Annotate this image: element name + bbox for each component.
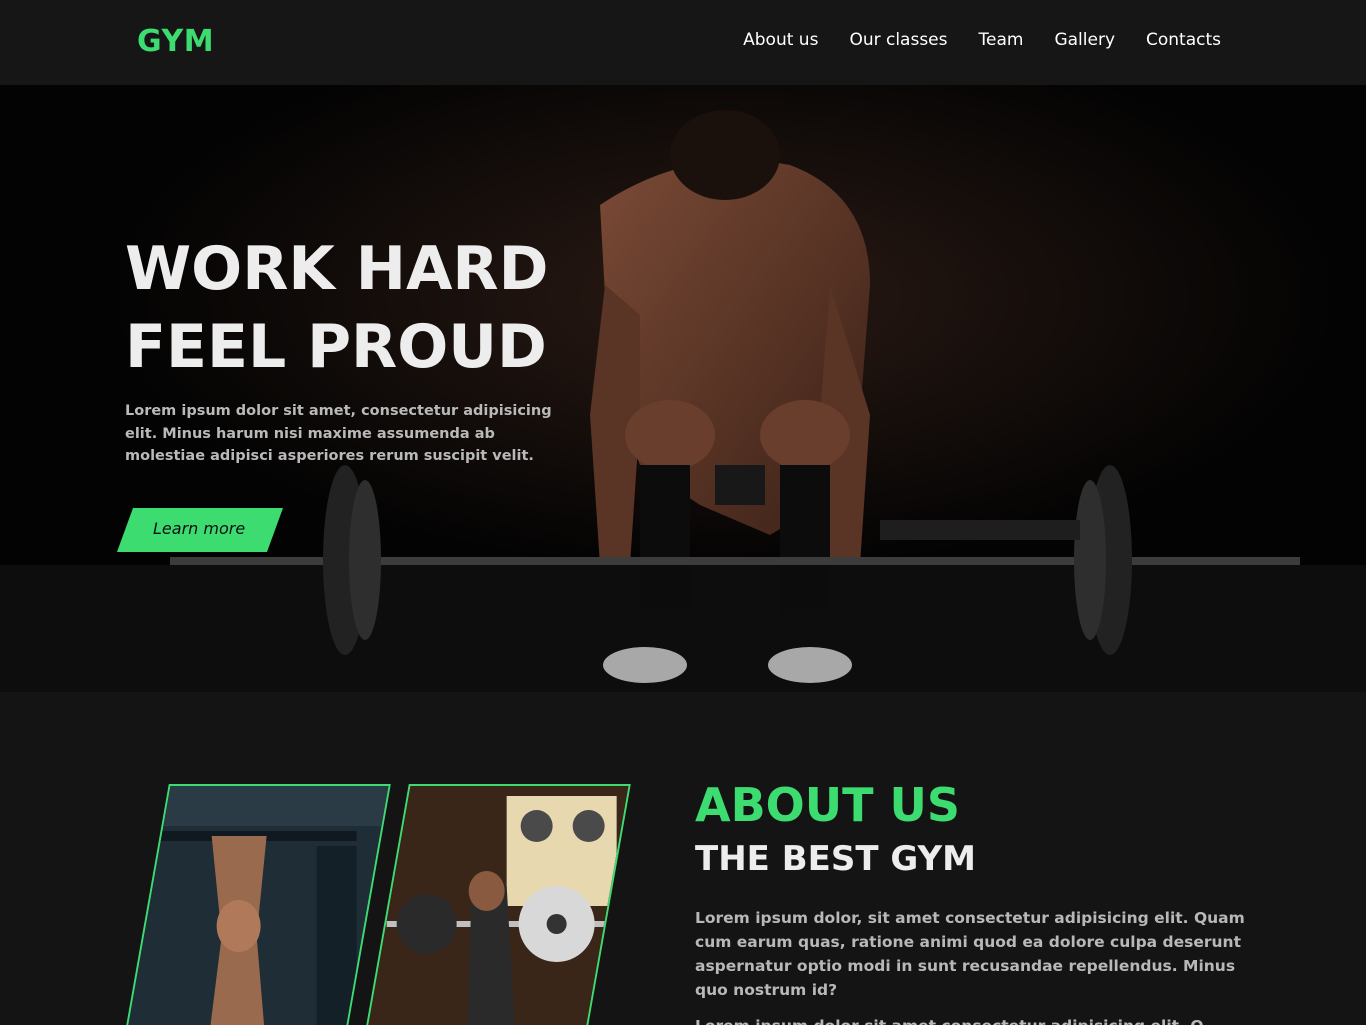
about-photo-barbell (361, 784, 631, 1025)
hero-weightlifter-image (0, 85, 1366, 692)
learn-more-label[interactable]: Learn more (153, 519, 245, 538)
logo[interactable]: GYM (137, 24, 214, 59)
nav-item-gallery[interactable]: Gallery (1054, 30, 1115, 50)
about-description-2: Lorem ipsum dolor sit amet consectetur a… (695, 1014, 1255, 1025)
hero-title-line-1: WORK HARD (125, 234, 549, 304)
nav-item-about-us[interactable]: About us (743, 30, 818, 50)
hero-title: WORK HARD FEEL PROUD (125, 230, 548, 386)
nav-item-our-classes[interactable]: Our classes (849, 30, 947, 50)
hero-section: WORK HARD FEEL PROUD Lorem ipsum dolor s… (0, 85, 1366, 692)
navbar: GYM About us Our classes Team Gallery Co… (0, 0, 1366, 85)
about-title: ABOUT US (695, 778, 960, 832)
about-section: ABOUT US THE BEST GYM Lorem ipsum dolor,… (0, 692, 1366, 1025)
nav-item-contacts[interactable]: Contacts (1146, 30, 1221, 50)
hero-description: Lorem ipsum dolor sit amet, consectetur … (125, 403, 552, 464)
nav-item-team[interactable]: Team (979, 30, 1024, 50)
about-description: Lorem ipsum dolor, sit amet consectetur … (695, 909, 1245, 999)
barbell-image (361, 786, 631, 1025)
about-photo-pullup (121, 784, 391, 1025)
about-subtitle: THE BEST GYM (695, 839, 976, 879)
pullup-image (121, 786, 391, 1025)
nav-links: About us Our classes Team Gallery Contac… (743, 30, 1221, 50)
hero-title-line-2: FEEL PROUD (125, 312, 547, 382)
